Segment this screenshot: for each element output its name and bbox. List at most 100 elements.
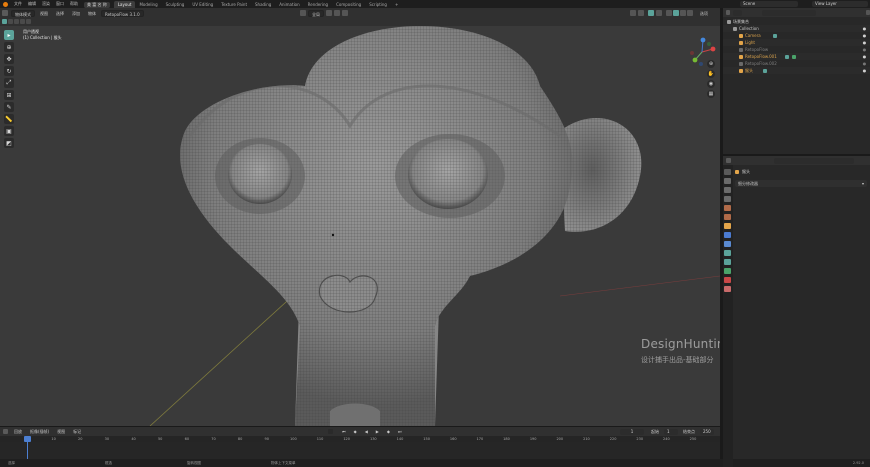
visibility-eye-icon[interactable]: ● [862, 26, 867, 31]
view-layer-field[interactable]: View Layer [812, 1, 868, 7]
timeline-track-area[interactable] [0, 442, 720, 460]
ortho-toggle-icon[interactable]: ▦ [707, 90, 715, 98]
outliner-display-mode[interactable] [732, 10, 742, 16]
menu-edit[interactable]: 编辑 [25, 0, 39, 8]
overlays-icon[interactable] [648, 10, 654, 16]
timeline-menu-keying[interactable]: 抠像(插帧) [27, 428, 52, 435]
tab-modeling[interactable]: Modeling [135, 1, 161, 8]
scale-tool-icon[interactable]: ⤢ [4, 78, 14, 88]
timeline-menu-marker[interactable]: 标记 [70, 428, 84, 435]
tab-uv-editing[interactable]: UV Editing [188, 1, 217, 8]
select-mode-invert-icon[interactable] [20, 19, 25, 24]
orientation-icon[interactable] [300, 10, 306, 16]
shading-solid-icon[interactable] [673, 10, 679, 16]
menu-help[interactable]: 帮助 [67, 0, 81, 8]
modifier-tab-icon[interactable] [724, 232, 731, 238]
view-layer-tab-icon[interactable] [724, 196, 731, 202]
prev-keyframe-icon[interactable]: ◆ [351, 428, 360, 435]
select-mode-intersect-icon[interactable] [26, 19, 31, 24]
visibility-eye-icon[interactable]: ● [862, 68, 867, 73]
snap-icon[interactable] [334, 10, 340, 16]
workspace-name-button[interactable]: 美 富 名 称 [84, 1, 110, 8]
tool-tab-icon[interactable] [724, 169, 731, 175]
constraints-tab-icon[interactable] [724, 259, 731, 265]
outliner-row-retopoflow-002[interactable]: RetopoFlow.002 ● [723, 60, 870, 67]
outliner-editor-type-icon[interactable] [726, 10, 730, 15]
properties-editor-type-icon[interactable] [726, 158, 731, 163]
cursor-tool-icon[interactable]: ⊕ [4, 42, 14, 52]
select-mode-new-icon[interactable] [2, 19, 7, 24]
data-tab-icon[interactable] [724, 268, 731, 274]
outliner-search-input[interactable] [761, 10, 817, 16]
camera-view-icon[interactable]: ◉ [707, 80, 715, 88]
shading-material-icon[interactable] [680, 10, 686, 16]
timeline-menu-view[interactable]: 视图 [54, 428, 68, 435]
jump-start-icon[interactable]: ⏮ [339, 428, 349, 435]
texture-tab-icon[interactable] [724, 286, 731, 292]
play-reverse-icon[interactable]: ◀ [362, 428, 371, 435]
filter-icon[interactable] [866, 10, 870, 15]
transform-tool-icon[interactable]: ⊞ [4, 90, 14, 100]
tab-animation[interactable]: Animation [275, 1, 303, 8]
transform-orientation-dropdown[interactable]: 全局 [308, 9, 324, 17]
jump-end-icon[interactable]: ⏭ [395, 428, 405, 435]
play-icon[interactable]: ▶ [373, 428, 382, 435]
select-tool-icon[interactable]: ▸ [4, 30, 14, 40]
object-tab-icon[interactable] [724, 223, 731, 229]
render-tab-icon[interactable] [724, 178, 731, 184]
tab-rendering[interactable]: Rendering [304, 1, 332, 8]
outliner-row-retopoflow-001[interactable]: RetopoFlow.001 ● [723, 53, 870, 60]
editor-type-icon[interactable] [2, 10, 8, 16]
select-mode-subtract-icon[interactable] [14, 19, 19, 24]
end-frame-field[interactable]: 250 [700, 428, 714, 435]
record-icon[interactable] [328, 429, 333, 434]
annotate-tool-icon[interactable]: ✎ [4, 102, 14, 112]
timeline-menu-playback[interactable]: 回放 [11, 428, 25, 435]
tab-scripting[interactable]: Scripting [365, 1, 391, 8]
shading-rendered-icon[interactable] [687, 10, 693, 16]
outliner-row-light[interactable]: Light ● [723, 39, 870, 46]
playhead[interactable] [24, 436, 31, 460]
add-cube-tool-icon[interactable]: ▣ [4, 126, 14, 136]
material-tab-icon[interactable] [724, 277, 731, 283]
start-frame-field[interactable]: 1 [664, 428, 678, 435]
scene-field[interactable]: Scene [740, 1, 798, 7]
visibility-icon[interactable] [630, 10, 636, 16]
3d-viewport[interactable] [0, 26, 720, 426]
add-modifier-dropdown[interactable]: 细分修改器 ▾ [735, 180, 867, 187]
visibility-eye-icon[interactable]: ● [862, 33, 867, 38]
add-workspace-icon[interactable]: + [391, 1, 402, 8]
menu-window[interactable]: 窗口 [53, 0, 67, 8]
output-tab-icon[interactable] [724, 187, 731, 193]
outliner-row-retopoflow[interactable]: RetopoFlow ● [723, 46, 870, 53]
visibility-eye-icon[interactable]: ● [862, 54, 867, 59]
outliner-row-monkey[interactable]: 猴头 ● [723, 67, 870, 74]
proportional-edit-icon[interactable] [342, 10, 348, 16]
scene-tab-icon[interactable] [724, 205, 731, 211]
menu-render[interactable]: 渲染 [39, 0, 53, 8]
next-keyframe-icon[interactable]: ◆ [384, 428, 393, 435]
tab-shading[interactable]: Shading [251, 1, 275, 8]
shading-wireframe-icon[interactable] [666, 10, 672, 16]
blender-logo-icon[interactable] [3, 1, 8, 7]
physics-tab-icon[interactable] [724, 250, 731, 256]
select-mode-extend-icon[interactable] [8, 19, 13, 24]
visibility-eye-icon[interactable]: ● [862, 40, 867, 45]
gizmo-toggle-icon[interactable] [638, 10, 644, 16]
transform-extra-icon[interactable]: ◩ [4, 138, 14, 148]
particles-tab-icon[interactable] [724, 241, 731, 247]
tab-texture-paint[interactable]: Texture Paint [217, 1, 251, 8]
retopoflow-dropdown[interactable]: RetopoFlow 3.1.0 [101, 9, 144, 17]
menu-select[interactable]: 选择 [53, 10, 67, 17]
timeline-editor-type-icon[interactable] [3, 429, 8, 434]
tab-sculpting[interactable]: Sculpting [162, 1, 189, 8]
outliner-row-collection[interactable]: Collection ● [723, 25, 870, 32]
measure-tool-icon[interactable]: 📏 [4, 114, 14, 124]
xray-icon[interactable] [656, 10, 662, 16]
properties-search-input[interactable] [774, 157, 854, 164]
rotate-tool-icon[interactable]: ↻ [4, 66, 14, 76]
mode-dropdown[interactable]: 物体模式 [11, 9, 35, 17]
move-tool-icon[interactable]: ✥ [4, 54, 14, 64]
menu-add[interactable]: 添加 [69, 10, 83, 17]
options-button[interactable]: 选项 [697, 10, 711, 17]
